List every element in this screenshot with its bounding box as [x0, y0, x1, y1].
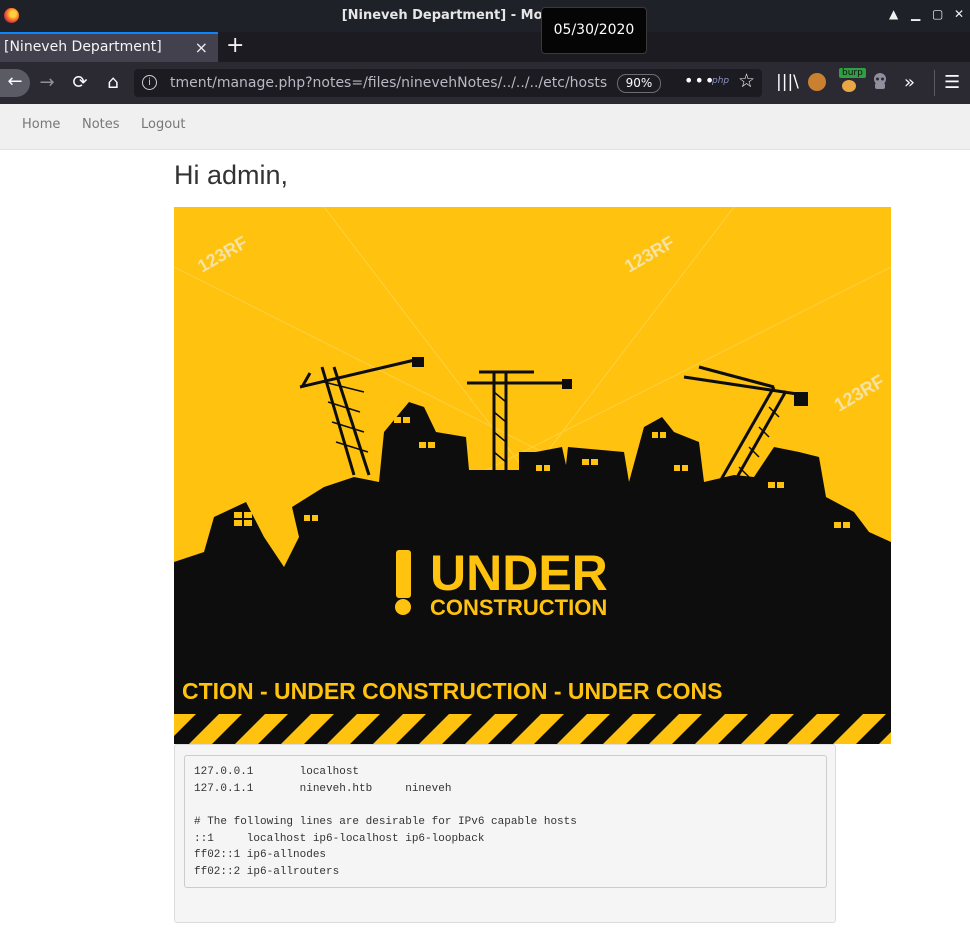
library-icon[interactable]: |||\ — [776, 72, 799, 94]
burp-badge: burp — [839, 68, 866, 78]
bookmark-star-icon[interactable]: ☆ — [738, 70, 755, 92]
hosts-line: 127.0.1.1 nineveh.htb nineveh — [194, 782, 452, 795]
new-tab-button[interactable]: + — [226, 33, 244, 58]
hamburger-menu-icon[interactable]: ☰ — [944, 72, 960, 94]
banner-title-main: UNDER — [430, 545, 608, 601]
banner-strip-text: CTION - UNDER CONSTRUCTION - UNDER CONS — [182, 678, 723, 704]
hosts-line: 127.0.0.1 localhost — [194, 766, 360, 778]
window-title: [Nineveh Department] - Mozilla Firefox — [341, 8, 629, 23]
hosts-line: # The following lines are desirable for … — [194, 816, 577, 829]
tab-strip: [Nineveh Department] × + — [0, 32, 970, 62]
site-navbar: Home Notes Logout — [0, 104, 970, 150]
burp-face-icon — [842, 80, 856, 92]
notes-panel: 127.0.0.1 localhost 127.0.1.1 nineveh.ht… — [174, 744, 836, 923]
under-construction-image: 123RF 123RF 123RF UNDER CONSTRUCTION CTI… — [174, 207, 891, 744]
tab-nineveh-department[interactable]: [Nineveh Department] × — [0, 32, 218, 62]
forward-button[interactable]: → — [34, 70, 60, 96]
site-info-icon[interactable]: i — [142, 75, 157, 90]
tab-label: [Nineveh Department] — [4, 39, 162, 55]
window-up-icon[interactable]: ▲ — [889, 7, 898, 21]
window-maximize-button[interactable]: ▢ — [932, 7, 943, 21]
hosts-line: ::1 localhost ip6-localhost ip6-loopback — [194, 832, 485, 845]
hosts-line: ff02::1 ip6-allnodes — [194, 849, 327, 862]
tab-close-icon[interactable]: × — [195, 38, 208, 57]
home-button[interactable]: ⌂ — [100, 70, 126, 96]
nav-logout-link[interactable]: Logout — [141, 117, 186, 132]
greeting-heading: Hi admin, — [174, 160, 289, 190]
window-minimize-button[interactable]: ▁ — [911, 7, 920, 21]
reload-button[interactable]: ⟳ — [67, 70, 93, 96]
back-button[interactable]: ← — [0, 69, 30, 97]
banner-title-sub: CONSTRUCTION — [430, 595, 607, 620]
zoom-level-button[interactable]: 90% — [617, 74, 661, 93]
date-tooltip: 05/30/2020 — [541, 7, 647, 54]
hosts-line — [194, 799, 817, 816]
hosts-line: ff02::2 ip6-allrouters — [194, 866, 340, 879]
window-close-button[interactable]: ✕ — [954, 7, 964, 21]
php-icon[interactable]: php — [712, 76, 729, 86]
toolbar-separator — [934, 70, 935, 96]
alien-extension-icon[interactable] — [872, 72, 888, 94]
palette-icon[interactable] — [808, 73, 826, 91]
window-titlebar: [Nineveh Department] - Mozilla Firefox ▲… — [0, 0, 970, 32]
url-text[interactable]: tment/manage.php?notes=/files/ninevehNot… — [170, 75, 607, 91]
page-actions-icon[interactable]: ••• — [684, 71, 715, 90]
navigation-toolbar: ← → ⟳ ⌂ i tment/manage.php?notes=/files/… — [0, 62, 970, 105]
nav-home-link[interactable]: Home — [22, 117, 60, 132]
overflow-menu-icon[interactable]: » — [904, 72, 915, 94]
hosts-file-content: 127.0.0.1 localhost 127.0.1.1 nineveh.ht… — [184, 755, 827, 888]
burp-extension-icon[interactable]: burp — [838, 68, 866, 96]
url-bar[interactable]: i tment/manage.php?notes=/files/ninevehN… — [134, 69, 762, 97]
nav-notes-link[interactable]: Notes — [82, 117, 120, 132]
